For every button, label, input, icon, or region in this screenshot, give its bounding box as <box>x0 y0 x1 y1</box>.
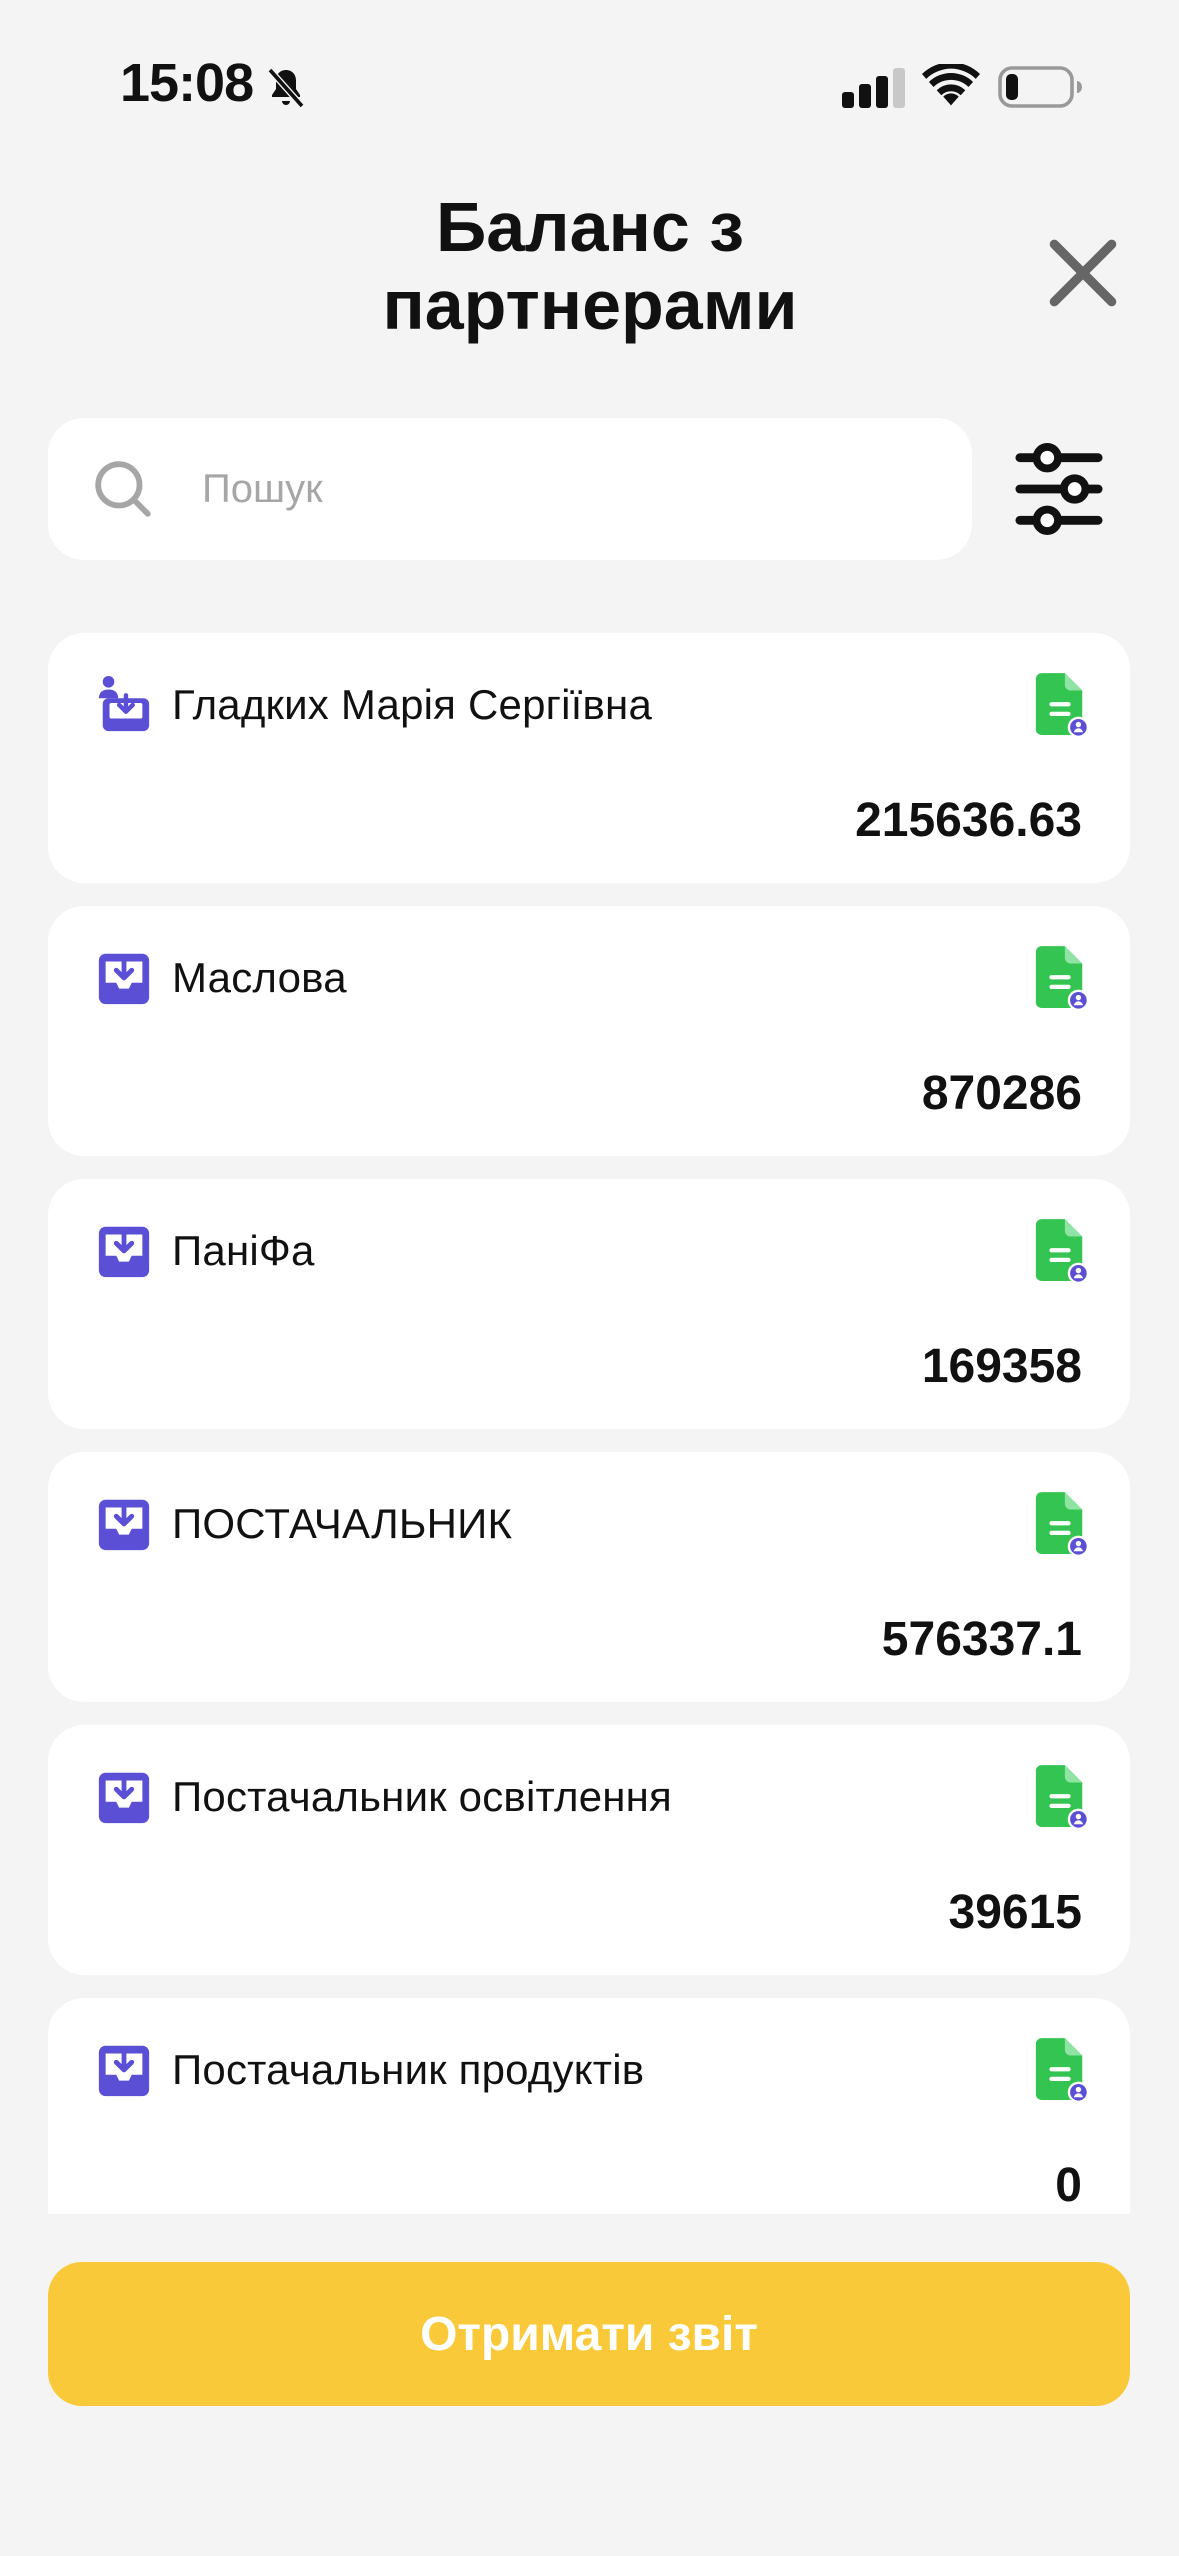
partner-name: Постачальник продуктів <box>172 2046 645 2093</box>
partner-name: Гладких Марія Сергіївна <box>172 681 653 728</box>
sliders-icon[interactable] <box>1014 440 1104 538</box>
partner-balance: 0 <box>1055 2159 1082 2212</box>
partner-balance: 576337.1 <box>881 1613 1082 1666</box>
partner-name: Маслова <box>172 954 347 1001</box>
inbox-download-icon <box>98 953 150 1005</box>
inbox-download-icon <box>98 2045 150 2097</box>
wifi-icon <box>922 64 980 106</box>
partner-balance: 169358 <box>921 1340 1082 1393</box>
cellular-signal-icon <box>842 68 905 108</box>
document-user-icon[interactable] <box>1032 1492 1090 1558</box>
inbox-download-icon <box>98 1226 150 1278</box>
partner-card[interactable]: Гладких Марія Сергіївна 215636.63 <box>48 633 1130 883</box>
search-box[interactable] <box>48 418 972 560</box>
screen: 15:08 Баланс з партнерами Пошук Гладких … <box>0 0 1179 2556</box>
person-inbox-icon <box>98 675 150 732</box>
document-user-icon[interactable] <box>1032 2038 1090 2104</box>
close-icon[interactable] <box>1042 232 1124 314</box>
partner-name: Постачальник освітлення <box>172 1773 672 1820</box>
document-user-icon[interactable] <box>1032 673 1090 739</box>
search-icon <box>95 461 151 517</box>
page-title: Баланс з партнерами <box>382 188 798 344</box>
search-input[interactable] <box>202 454 922 524</box>
document-user-icon[interactable] <box>1032 946 1090 1012</box>
partner-card[interactable]: ПОСТАЧАЛЬНИК 576337.1 <box>48 1452 1130 1702</box>
inbox-download-icon <box>98 1772 150 1824</box>
document-user-icon[interactable] <box>1032 1219 1090 1285</box>
status-time: 15:08 <box>120 53 254 113</box>
partner-card[interactable]: Постачальник освітлення 39615 <box>48 1725 1130 1975</box>
partners-list[interactable]: Гладких Марія Сергіївна 215636.63 Маслов… <box>0 630 1179 2214</box>
partner-balance: 870286 <box>921 1067 1082 1120</box>
partner-name: ПаніФа <box>172 1227 315 1274</box>
battery-low-icon <box>998 66 1082 108</box>
bell-slash-icon <box>267 67 305 109</box>
partner-card[interactable]: ПаніФа 169358 <box>48 1179 1130 1429</box>
partner-balance: 39615 <box>948 1886 1082 1939</box>
status-bar: 15:08 <box>0 0 1179 170</box>
get-report-button[interactable]: Отримати звіт <box>48 2262 1130 2406</box>
partner-card[interactable]: Постачальник продуктів 0 <box>48 1998 1130 2214</box>
partner-balance: 215636.63 <box>855 794 1082 847</box>
partner-name: ПОСТАЧАЛЬНИК <box>172 1500 513 1547</box>
inbox-download-icon <box>98 1499 150 1551</box>
partner-card[interactable]: Маслова 870286 <box>48 906 1130 1156</box>
document-user-icon[interactable] <box>1032 1765 1090 1831</box>
